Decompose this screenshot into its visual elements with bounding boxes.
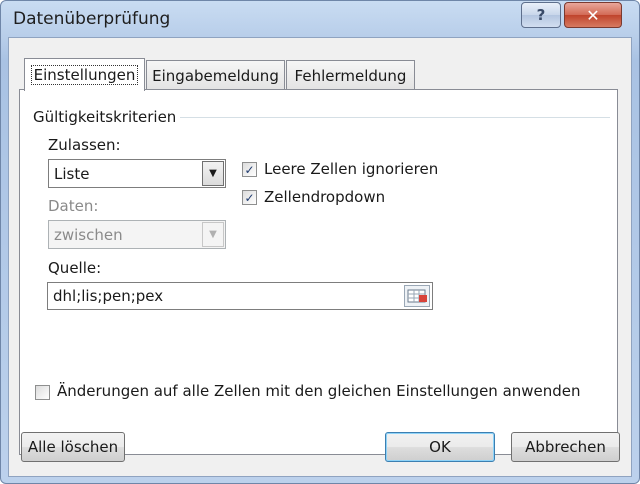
dialog-window: Datenüberprüfung ? ✕ Einstellungen Einga… xyxy=(0,0,640,484)
tab-label: Eingabemeldung xyxy=(152,66,279,85)
ignore-blank-checkbox[interactable]: ✓ xyxy=(242,162,257,177)
tab-einstellungen[interactable]: Einstellungen xyxy=(24,58,145,91)
allow-select-value: Liste xyxy=(54,165,90,183)
data-select[interactable]: zwischen ▼ xyxy=(48,220,226,249)
allow-select[interactable]: Liste ▼ xyxy=(48,159,226,188)
ok-label: OK xyxy=(429,438,451,456)
range-select-icon xyxy=(407,289,427,303)
title-bar[interactable]: Datenüberprüfung ? ✕ xyxy=(1,1,639,39)
in-cell-dropdown-label[interactable]: Zellendropdown xyxy=(264,188,385,206)
ok-button[interactable]: OK xyxy=(385,432,495,462)
tab-fehlermeldung[interactable]: Fehlermeldung xyxy=(286,60,415,90)
range-select-button[interactable] xyxy=(404,285,430,307)
data-label: Daten: xyxy=(48,197,99,215)
source-input-value: dhl;lis;pen;pex xyxy=(53,287,164,305)
ignore-blank-label[interactable]: Leere Zellen ignorieren xyxy=(264,160,438,178)
group-label-criteria: Gültigkeitskriterien xyxy=(33,108,177,126)
in-cell-dropdown-checkbox[interactable]: ✓ xyxy=(242,190,257,205)
checkmark-icon: ✓ xyxy=(244,190,255,205)
tab-eingabemeldung[interactable]: Eingabemeldung xyxy=(146,60,285,90)
help-icon: ? xyxy=(536,6,546,24)
clear-all-label: Alle löschen xyxy=(27,438,119,456)
apply-all-checkbox[interactable] xyxy=(35,385,50,400)
tab-label: Fehlermeldung xyxy=(294,66,407,85)
close-icon: ✕ xyxy=(586,5,600,25)
apply-all-label[interactable]: Änderungen auf alle Zellen mit den gleic… xyxy=(57,382,581,400)
chevron-down-icon[interactable]: ▼ xyxy=(202,222,224,247)
window-title: Datenüberprüfung xyxy=(13,9,171,29)
checkmark-icon: ✓ xyxy=(244,162,255,177)
tab-label: Einstellungen xyxy=(30,65,139,85)
data-select-value: zwischen xyxy=(54,226,123,244)
group-divider xyxy=(180,117,610,118)
close-button[interactable]: ✕ xyxy=(564,2,622,28)
clear-all-button[interactable]: Alle löschen xyxy=(21,432,125,462)
chevron-down-icon[interactable]: ▼ xyxy=(202,161,224,186)
allow-label: Zulassen: xyxy=(48,136,121,154)
source-label: Quelle: xyxy=(48,259,102,277)
cancel-label: Abbrechen xyxy=(525,438,606,456)
source-input[interactable]: dhl;lis;pen;pex xyxy=(47,282,433,310)
cancel-button[interactable]: Abbrechen xyxy=(511,432,620,462)
help-button[interactable]: ? xyxy=(521,2,561,28)
settings-panel: Gültigkeitskriterien Zulassen: Liste ▼ D… xyxy=(19,89,618,455)
dialog-client-area: Einstellungen Eingabemeldung Fehlermeldu… xyxy=(8,37,632,477)
